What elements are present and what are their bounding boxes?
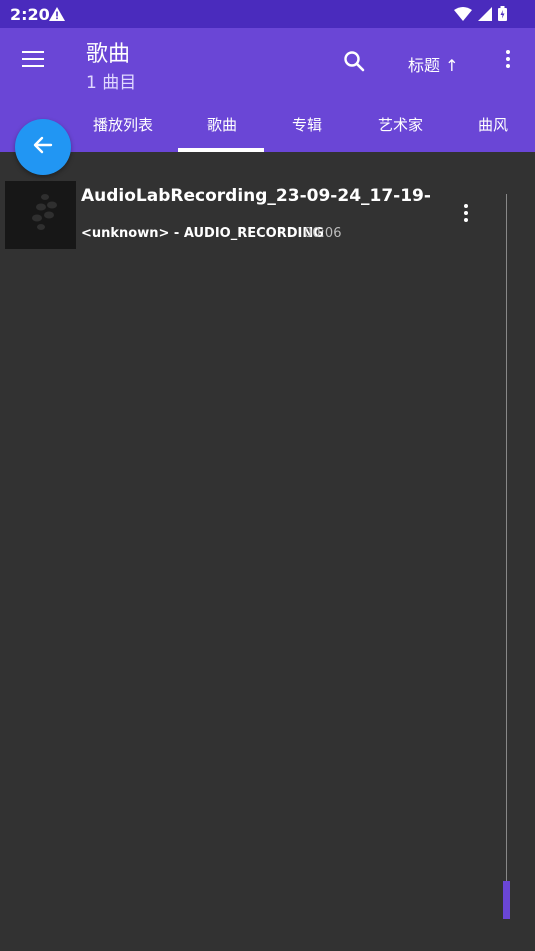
song-count: 1 曲目 — [86, 73, 137, 93]
back-fab-button[interactable] — [15, 119, 71, 175]
scrollbar-track — [506, 194, 507, 916]
more-vert-icon[interactable] — [502, 50, 514, 72]
page-title: 歌曲 — [86, 42, 131, 67]
tab-songs[interactable]: 歌曲 — [207, 114, 237, 135]
tab-artists[interactable]: 艺术家 — [378, 114, 423, 135]
song-more-vert-icon[interactable] — [460, 204, 472, 226]
song-row[interactable]: AudioLabRecording_23-09-24_17-19-5... <u… — [0, 178, 500, 250]
search-icon[interactable] — [343, 50, 365, 72]
tab-indicator — [178, 148, 264, 152]
tab-bar: 播放列表 歌曲 专辑 艺术家 曲风 — [0, 96, 535, 152]
scrollbar-thumb[interactable] — [503, 881, 510, 919]
battery-icon — [498, 6, 507, 25]
arrow-back-icon — [32, 134, 54, 160]
song-title: AudioLabRecording_23-09-24_17-19-5... — [81, 186, 431, 206]
status-bar: 2:20 — [0, 0, 535, 28]
tab-genres[interactable]: 曲风 — [478, 114, 508, 135]
tab-playlists[interactable]: 播放列表 — [93, 114, 153, 135]
app-bar: 歌曲 1 曲目 标题 ↑ — [0, 28, 535, 96]
album-art-thumbnail — [5, 181, 76, 249]
song-artist-album: <unknown> - AUDIO_RECORDING — [81, 226, 324, 241]
warning-icon — [48, 6, 66, 26]
menu-icon[interactable] — [22, 51, 44, 69]
wifi-icon — [454, 6, 472, 25]
sort-button[interactable]: 标题 ↑ — [408, 52, 459, 76]
song-duration: 00:06 — [304, 226, 342, 241]
tab-albums[interactable]: 专辑 — [292, 114, 322, 135]
status-time: 2:20 — [10, 5, 50, 24]
signal-icon — [478, 6, 492, 25]
